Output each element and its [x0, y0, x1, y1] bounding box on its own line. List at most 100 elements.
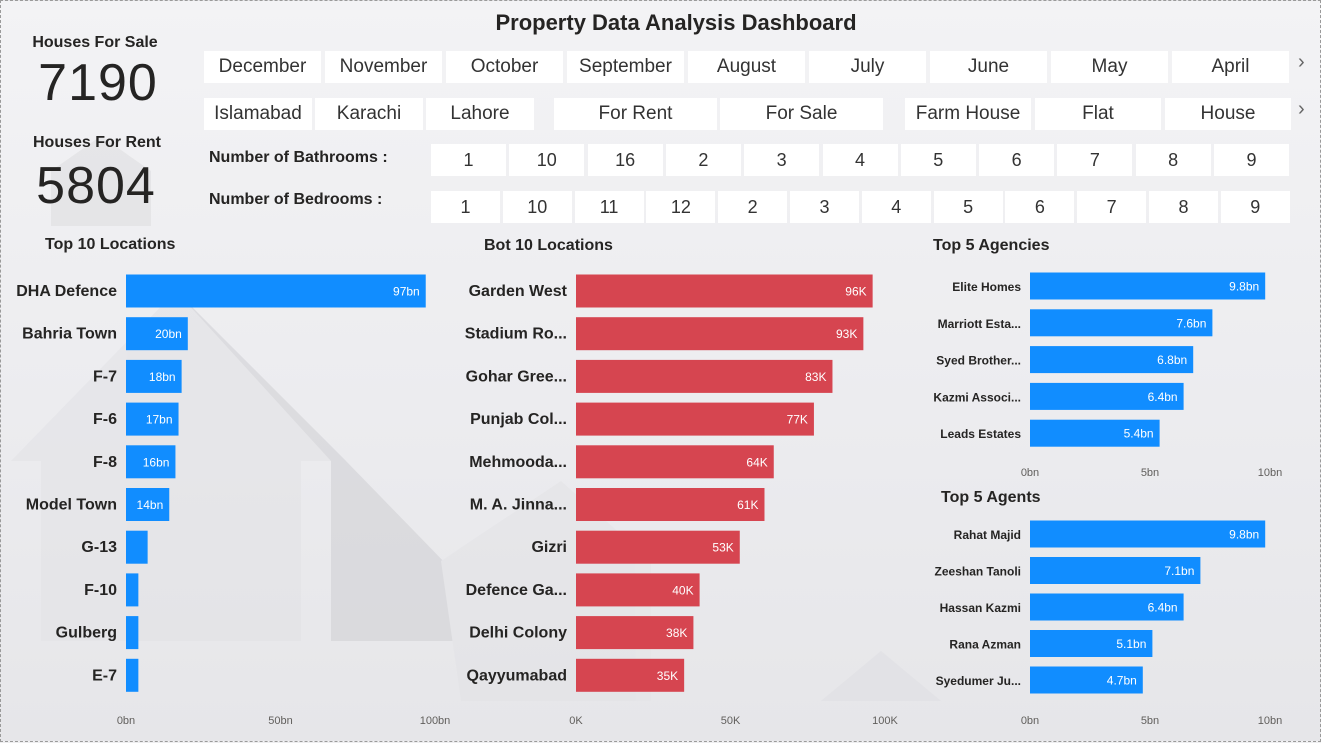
- agencies-bar[interactable]: [1030, 309, 1213, 337]
- bedrooms-option-3[interactable]: 3: [790, 191, 859, 223]
- top10-category-label: F-7: [93, 368, 117, 385]
- bot10-data-label: 40K: [672, 583, 693, 597]
- top10-category-label: Gulberg: [56, 625, 117, 642]
- bot10-bar[interactable]: [576, 658, 685, 692]
- agents-bar[interactable]: [1030, 630, 1153, 657]
- bathrooms-option-5[interactable]: 5: [900, 144, 976, 176]
- top10-bar[interactable]: [126, 402, 179, 436]
- top10-bar[interactable]: [126, 445, 176, 479]
- top10-bar[interactable]: [126, 658, 139, 692]
- agents-category-label: Rahat Majid: [954, 528, 1021, 542]
- bathrooms-option-10[interactable]: 10: [509, 144, 585, 176]
- bot10-data-label: 53K: [712, 541, 733, 555]
- bedrooms-option-2[interactable]: 2: [718, 191, 788, 223]
- agencies-bar[interactable]: [1030, 346, 1194, 374]
- bathrooms-option-2[interactable]: 2: [665, 144, 741, 176]
- top10-bar[interactable]: [126, 573, 139, 607]
- agents-data-label: 6.4bn: [1148, 601, 1178, 615]
- houses-for-rent-label: Houses For Rent: [32, 134, 161, 151]
- purpose-option-for-rent[interactable]: For Rent: [554, 98, 717, 130]
- property-type-option-farm-house[interactable]: Farm House: [905, 98, 1031, 130]
- agents-data-label: 5.1bn: [1116, 637, 1146, 651]
- bedrooms-option-4[interactable]: 4: [861, 191, 931, 223]
- city-option-islamabad[interactable]: Islamabad: [204, 98, 312, 130]
- month-option-november[interactable]: November: [325, 51, 442, 83]
- bedrooms-option-6[interactable]: 6: [1005, 191, 1075, 223]
- agencies-bar[interactable]: [1030, 382, 1184, 410]
- top10-data-label: 18bn: [149, 370, 176, 384]
- top10-bar[interactable]: [126, 616, 139, 650]
- city-option-karachi[interactable]: Karachi: [315, 98, 423, 130]
- top10-bar[interactable]: [126, 359, 182, 393]
- city-option-lahore[interactable]: Lahore: [426, 98, 534, 130]
- bot10-bar[interactable]: [576, 488, 765, 521]
- bathrooms-option-7[interactable]: 7: [1057, 144, 1133, 176]
- bathrooms-option-4[interactable]: 4: [822, 144, 898, 176]
- bot10-tick-label: 0K: [569, 715, 583, 727]
- dashboard-title: Property Data Analysis Dashboard: [495, 10, 857, 35]
- bedrooms-option-9[interactable]: 9: [1220, 191, 1290, 223]
- bedrooms-option-7[interactable]: 7: [1077, 191, 1147, 223]
- month-option-july[interactable]: July: [809, 51, 926, 83]
- bot10-data-label: 83K: [805, 370, 826, 384]
- month-option-october[interactable]: October: [446, 51, 563, 83]
- bathrooms-option-6[interactable]: 6: [979, 144, 1055, 176]
- bedrooms-option-11[interactable]: 11: [574, 191, 644, 223]
- bedrooms-option-10[interactable]: 10: [502, 191, 572, 223]
- agents-category-label: Syedumer Ju...: [936, 674, 1021, 688]
- bot10-bar[interactable]: [576, 274, 873, 308]
- agents-bar[interactable]: [1030, 666, 1143, 694]
- agencies-data-label: 6.8bn: [1157, 353, 1187, 367]
- bathrooms-option-8[interactable]: 8: [1135, 144, 1211, 176]
- bot10-data-label: 93K: [836, 327, 857, 341]
- agencies-bar[interactable]: [1030, 272, 1266, 300]
- dashboard-canvas: Property Data Analysis Dashboard Houses …: [0, 0, 1321, 742]
- bathrooms-option-1[interactable]: 1: [431, 144, 506, 176]
- top10-tick-label: 100bn: [420, 715, 451, 727]
- month-option-september[interactable]: September: [567, 51, 684, 83]
- bot10-bar[interactable]: [576, 402, 814, 436]
- property-type-scroll-chevron-right-icon[interactable]: ›: [1298, 98, 1305, 121]
- agents-bar[interactable]: [1030, 593, 1184, 621]
- bedrooms-option-1[interactable]: 1: [431, 191, 500, 223]
- houses-for-sale-label: Houses For Sale: [32, 34, 158, 51]
- agents-category-label: Rana Azman: [949, 638, 1021, 652]
- agents-bar[interactable]: [1030, 557, 1201, 584]
- bot10-bar[interactable]: [576, 616, 694, 650]
- month-option-december[interactable]: December: [204, 51, 321, 83]
- bedrooms-option-12[interactable]: 12: [646, 191, 716, 223]
- bathrooms-option-16[interactable]: 16: [587, 144, 663, 176]
- agencies-data-label: 9.8bn: [1229, 280, 1259, 294]
- top10-category-label: DHA Defence: [16, 283, 117, 300]
- bot10-bar[interactable]: [576, 317, 864, 351]
- month-option-june[interactable]: June: [930, 51, 1047, 83]
- bathrooms-option-3[interactable]: 3: [744, 144, 820, 176]
- bot10-bar[interactable]: [576, 445, 774, 479]
- month-option-april[interactable]: April: [1172, 51, 1289, 83]
- month-scroll-chevron-right-icon[interactable]: ›: [1298, 51, 1305, 74]
- property-type-option-flat[interactable]: Flat: [1035, 98, 1161, 130]
- top10-bar[interactable]: [126, 488, 170, 521]
- purpose-option-for-sale[interactable]: For Sale: [720, 98, 883, 130]
- agents-tick-label: 10bn: [1258, 715, 1282, 727]
- bot10-bar[interactable]: [576, 573, 700, 607]
- bot10-data-label: 61K: [737, 498, 758, 512]
- agents-bar[interactable]: [1030, 520, 1266, 548]
- bedrooms-option-8[interactable]: 8: [1149, 191, 1218, 223]
- top10-bar[interactable]: [126, 274, 426, 308]
- bathrooms-option-9[interactable]: 9: [1214, 144, 1289, 176]
- top10-bar[interactable]: [126, 317, 188, 351]
- agencies-category-label: Elite Homes: [952, 280, 1021, 294]
- bedrooms-option-5[interactable]: 5: [933, 191, 1003, 223]
- bot10-bar[interactable]: [576, 530, 740, 564]
- property-type-option-house[interactable]: House: [1165, 98, 1291, 130]
- top10-bar[interactable]: [126, 530, 148, 564]
- agencies-bar[interactable]: [1030, 419, 1160, 447]
- top5-agencies-title: Top 5 Agencies: [933, 237, 1050, 254]
- month-option-august[interactable]: August: [688, 51, 805, 83]
- agencies-data-label: 5.4bn: [1124, 427, 1154, 441]
- bot10-data-label: 96K: [845, 285, 866, 299]
- agencies-category-label: Syed Brother...: [936, 354, 1021, 368]
- month-option-may[interactable]: May: [1051, 51, 1168, 83]
- bot10-bar[interactable]: [576, 359, 833, 393]
